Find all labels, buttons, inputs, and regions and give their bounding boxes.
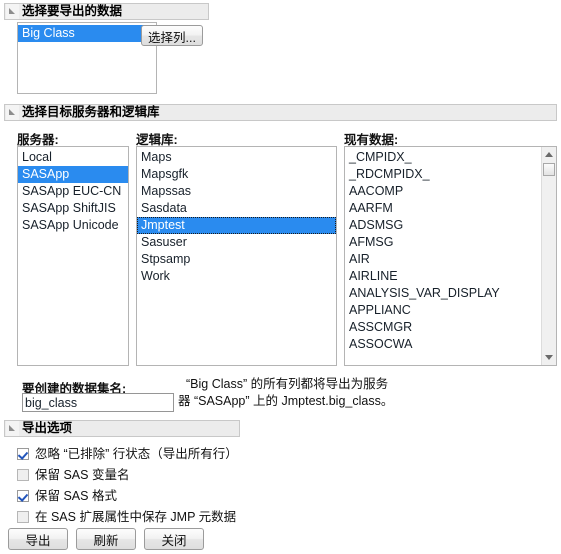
- server-listbox[interactable]: Local SASApp SASApp EUC-CN SASApp ShiftJ…: [17, 146, 129, 366]
- list-item-existing[interactable]: _CMPIDX_: [345, 149, 540, 166]
- existing-data-scrollbar[interactable]: [541, 147, 556, 365]
- export-description-line2: 器 “SASApp” 上的 Jmptest.big_class。: [178, 394, 394, 408]
- option-label: 在 SAS 扩展属性中保存 JMP 元数据: [35, 510, 237, 524]
- option-row-keep-sas-varnames[interactable]: 保留 SAS 变量名: [17, 467, 129, 483]
- list-item-existing[interactable]: _RDCMPIDX_: [345, 166, 540, 183]
- option-row-ignore-excluded[interactable]: 忽略 “已排除” 行状态（导出所有行）: [17, 446, 238, 462]
- export-options-group-header[interactable]: 导出选项: [4, 420, 240, 437]
- checkbox-save-jmp-metadata[interactable]: [17, 511, 29, 523]
- option-label: 忽略 “已排除” 行状态（导出所有行）: [35, 447, 238, 461]
- list-item-server[interactable]: SASApp Unicode: [18, 217, 128, 234]
- option-row-save-jmp-metadata[interactable]: 在 SAS 扩展属性中保存 JMP 元数据: [17, 509, 236, 525]
- list-item-server[interactable]: Local: [18, 149, 128, 166]
- list-item-library[interactable]: Jmptest: [137, 217, 336, 234]
- server-list: Local SASApp SASApp EUC-CN SASApp ShiftJ…: [18, 147, 128, 234]
- list-item-existing[interactable]: ASSCMGR: [345, 319, 540, 336]
- list-item-library[interactable]: Work: [137, 268, 336, 285]
- checkbox-keep-sas-formats[interactable]: [17, 490, 29, 502]
- list-item-library[interactable]: Sasuser: [137, 234, 336, 251]
- existing-data-listbox[interactable]: _CMPIDX_ _RDCMPIDX_ AACOMP AARFM ADSMSG …: [344, 146, 557, 366]
- select-data-group-header[interactable]: 选择要导出的数据: [4, 3, 209, 20]
- disclosure-triangle-icon[interactable]: [6, 105, 19, 120]
- export-description-line1: “Big Class” 的所有列都将导出为服务: [186, 377, 389, 391]
- data-table-list: Big Class: [18, 23, 156, 42]
- select-data-group-title: 选择要导出的数据: [22, 4, 123, 18]
- option-label: 保留 SAS 变量名: [35, 468, 130, 482]
- option-label: 保留 SAS 格式: [35, 489, 117, 503]
- list-item-server[interactable]: SASApp ShiftJIS: [18, 200, 128, 217]
- list-item[interactable]: Big Class: [18, 25, 156, 42]
- list-item-existing[interactable]: AIRLINE: [345, 268, 540, 285]
- select-target-group-title: 选择目标服务器和逻辑库: [22, 105, 160, 119]
- list-item-library[interactable]: Stpsamp: [137, 251, 336, 268]
- list-item-library[interactable]: Mapsgfk: [137, 166, 336, 183]
- scrollbar-thumb[interactable]: [543, 163, 555, 176]
- list-item-existing[interactable]: ADSMSG: [345, 217, 540, 234]
- scroll-up-arrow-icon[interactable]: [542, 147, 556, 162]
- list-item-library[interactable]: Maps: [137, 149, 336, 166]
- select-target-group-header[interactable]: 选择目标服务器和逻辑库: [4, 104, 557, 121]
- list-item-server[interactable]: SASApp EUC-CN: [18, 183, 128, 200]
- library-list: Maps Mapsgfk Mapssas Sasdata Jmptest Sas…: [137, 147, 336, 285]
- disclosure-triangle-icon[interactable]: [6, 421, 19, 436]
- list-item-existing[interactable]: AARFM: [345, 200, 540, 217]
- list-item-library[interactable]: Sasdata: [137, 200, 336, 217]
- list-item-library[interactable]: Mapssas: [137, 183, 336, 200]
- existing-data-list: _CMPIDX_ _RDCMPIDX_ AACOMP AARFM ADSMSG …: [345, 147, 556, 353]
- list-item-existing[interactable]: APPLIANC: [345, 302, 540, 319]
- export-button[interactable]: 导出: [8, 528, 68, 550]
- checkbox-keep-sas-varnames[interactable]: [17, 469, 29, 481]
- disclosure-triangle-icon[interactable]: [6, 4, 19, 19]
- list-item-existing[interactable]: ASSOCWA: [345, 336, 540, 353]
- option-row-keep-sas-formats[interactable]: 保留 SAS 格式: [17, 488, 117, 504]
- export-options-group-title: 导出选项: [22, 421, 73, 435]
- list-item-server[interactable]: SASApp: [18, 166, 128, 183]
- list-item-existing[interactable]: ANALYSIS_VAR_DISPLAY: [345, 285, 540, 302]
- scroll-down-arrow-icon[interactable]: [542, 350, 556, 365]
- list-item-existing[interactable]: AFMSG: [345, 234, 540, 251]
- list-item-existing[interactable]: AIR: [345, 251, 540, 268]
- close-button[interactable]: 关闭: [144, 528, 204, 550]
- select-columns-button[interactable]: 选择列...: [141, 25, 203, 46]
- dataset-name-input[interactable]: [22, 393, 174, 412]
- list-item-existing[interactable]: AACOMP: [345, 183, 540, 200]
- library-listbox[interactable]: Maps Mapsgfk Mapssas Sasdata Jmptest Sas…: [136, 146, 337, 366]
- refresh-button[interactable]: 刷新: [76, 528, 136, 550]
- checkbox-ignore-excluded[interactable]: [17, 448, 29, 460]
- data-table-listbox[interactable]: Big Class: [17, 22, 157, 94]
